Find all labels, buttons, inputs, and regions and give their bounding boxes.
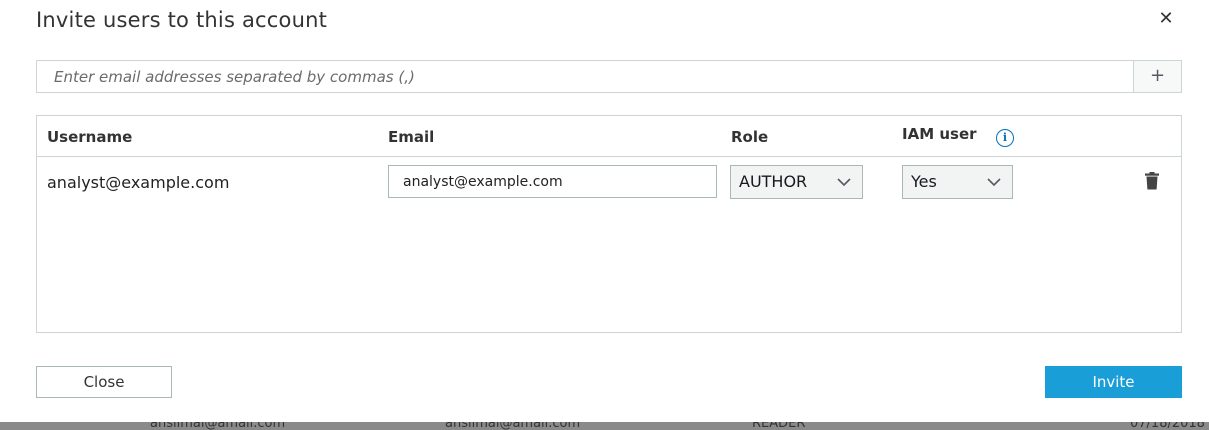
users-table: Username Email Role IAM user i analyst@e… — [36, 115, 1182, 333]
close-button[interactable]: Close — [36, 366, 172, 398]
header-email: Email — [388, 128, 435, 146]
close-icon[interactable]: ✕ — [1155, 8, 1177, 30]
info-icon[interactable]: i — [996, 129, 1014, 147]
iam-user-select-value: Yes — [911, 172, 937, 191]
invite-users-dialog: Invite users to this account ✕ + Usernam… — [0, 0, 1209, 422]
email-entry-bar: + — [36, 60, 1182, 93]
background-text: anslimal@amail.com — [150, 422, 286, 430]
email-addresses-input[interactable] — [37, 61, 1134, 92]
iam-user-select[interactable]: Yes — [902, 165, 1013, 199]
chevron-down-icon — [986, 166, 1002, 210]
table-header: Username Email Role IAM user i — [37, 116, 1181, 157]
header-role: Role — [731, 128, 769, 146]
background-table-strip: anslimal@amail.com anslimal@amail.com RE… — [0, 422, 1209, 430]
background-text: 07/18/2018 — [1130, 422, 1205, 430]
add-email-button[interactable]: + — [1133, 61, 1181, 92]
header-iam-user: IAM user — [902, 125, 977, 143]
background-text: anslimal@amail.com — [445, 422, 581, 430]
invite-button[interactable]: Invite — [1045, 366, 1182, 398]
row-email-input[interactable] — [388, 165, 717, 198]
role-select-value: AUTHOR — [739, 172, 808, 191]
header-username: Username — [47, 128, 133, 146]
background-text: READER — [752, 422, 806, 430]
dialog-title: Invite users to this account — [36, 8, 328, 32]
row-username: analyst@example.com — [47, 173, 230, 192]
table-row: analyst@example.com AUTHOR Yes — [37, 158, 1181, 208]
trash-icon[interactable] — [1144, 172, 1160, 190]
role-select[interactable]: AUTHOR — [730, 165, 863, 199]
chevron-down-icon — [836, 166, 852, 210]
